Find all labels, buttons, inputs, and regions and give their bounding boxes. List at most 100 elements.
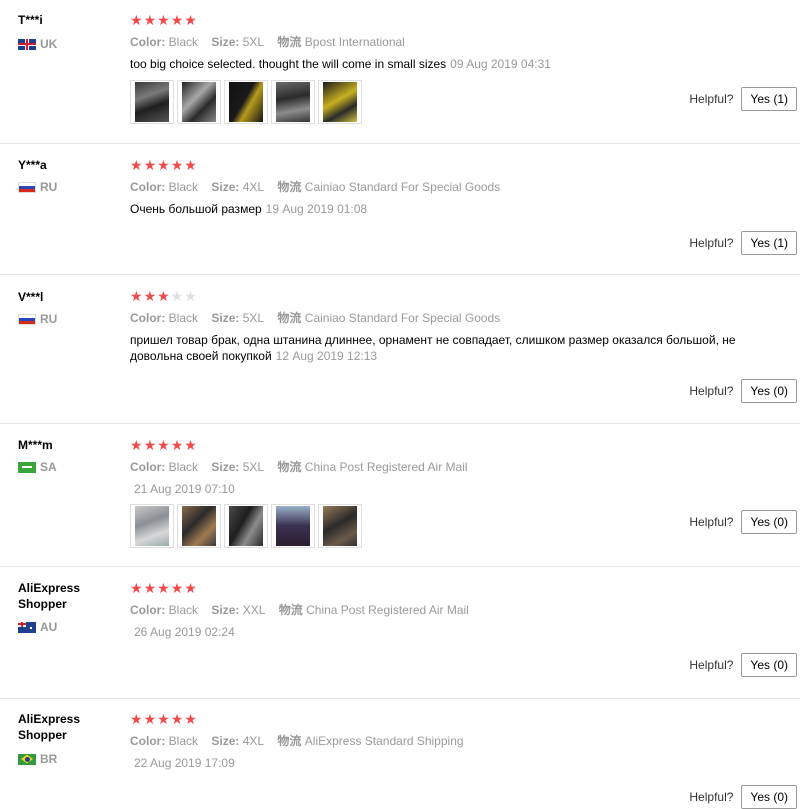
size-value: XXL xyxy=(242,603,266,617)
reviewer-name: AliExpress Shopper xyxy=(18,581,81,611)
review-date: 09 Aug 2019 04:31 xyxy=(450,57,551,71)
product-photo-2 xyxy=(182,82,216,122)
star-filled-icon: ★ xyxy=(157,580,170,596)
review-photo-thumbnail[interactable] xyxy=(318,504,362,548)
star-filled-icon: ★ xyxy=(130,580,143,596)
review-photo-thumbnail[interactable] xyxy=(271,80,315,124)
color-label: Color: xyxy=(130,35,166,49)
color-value: Black xyxy=(168,311,199,325)
review-item: Y***a RU ★ ★ ★ ★ ★ Color: Black Size: 4XL 物流… xyxy=(0,144,800,275)
shipping-value: AliExpress Standard Shipping xyxy=(304,734,464,748)
helpful-yes-button[interactable]: Yes (1) xyxy=(741,231,797,255)
helpful-label: Helpful? xyxy=(689,384,734,398)
shipping-label: 物流 xyxy=(277,734,302,748)
shipping-label: 物流 xyxy=(277,311,302,325)
review-photo-thumbnail[interactable] xyxy=(224,80,268,124)
helpful-label: Helpful? xyxy=(689,92,734,106)
star-rating: ★ ★ ★ ★ ★ xyxy=(130,711,790,727)
country-code: SA xyxy=(40,460,57,474)
helpful-yes-button[interactable]: Yes (0) xyxy=(741,653,797,677)
country-code: RU xyxy=(40,312,58,326)
color-value: Black xyxy=(168,180,199,194)
review-photo-thumbnail[interactable] xyxy=(271,504,315,548)
review-text: too big choice selected. thought the wil… xyxy=(130,56,760,72)
product-photo-4 xyxy=(276,506,310,546)
product-photo-5 xyxy=(323,506,357,546)
review-item: T***i UK ★ ★ ★ ★ ★ Color: Black Size: 5XL 物流… xyxy=(0,0,800,144)
helpful-section: Helpful? Yes (0) xyxy=(689,653,797,677)
review-photo-thumbnail[interactable] xyxy=(224,504,268,548)
color-label: Color: xyxy=(130,603,166,617)
star-rating: ★ ★ ★ ★ ★ xyxy=(130,580,790,596)
helpful-yes-button[interactable]: Yes (0) xyxy=(741,510,797,534)
star-filled-icon: ★ xyxy=(170,12,184,28)
star-filled-icon: ★ xyxy=(143,12,157,28)
shipping-label: 物流 xyxy=(278,603,303,617)
review-body: ★ ★ ★ ★ ★ Color: Black Size: XXL 物流 China Po… xyxy=(130,580,790,640)
size-label: Size: xyxy=(211,311,240,325)
country-code: RU xyxy=(40,180,58,194)
star-filled-icon: ★ xyxy=(184,580,197,596)
review-attributes: Color: Black Size: 5XL 物流 China Post Reg… xyxy=(130,459,790,475)
helpful-label: Helpful? xyxy=(689,790,734,804)
size-value: 5XL xyxy=(242,460,265,474)
product-photo-1 xyxy=(135,506,169,546)
br-flag-icon xyxy=(18,753,36,765)
shipping-value: China Post Registered Air Mail xyxy=(306,603,469,617)
reviewer-name: M***m xyxy=(18,438,53,452)
country-code: UK xyxy=(40,37,58,51)
helpful-yes-button[interactable]: Yes (1) xyxy=(741,87,797,111)
review-date: 26 Aug 2019 02:24 xyxy=(134,625,235,639)
star-filled-icon: ★ xyxy=(157,157,170,173)
reviewer-country: SA xyxy=(18,460,57,474)
review-body: ★ ★ ★ ★ ★ Color: Black Size: 5XL 物流 Cainiao … xyxy=(130,288,790,364)
size-value: 4XL xyxy=(242,734,265,748)
reviewer-name: AliExpress Shopper xyxy=(18,712,81,742)
review-attributes: Color: Black Size: 4XL 物流 Cainiao Standa… xyxy=(130,179,790,195)
product-photo-4 xyxy=(276,82,310,122)
review-content: Очень большой размер xyxy=(130,202,262,216)
helpful-section: Helpful? Yes (0) xyxy=(689,785,797,809)
size-value: 5XL xyxy=(242,35,265,49)
size-label: Size: xyxy=(211,35,240,49)
color-value: Black xyxy=(168,460,199,474)
helpful-yes-button[interactable]: Yes (0) xyxy=(741,379,797,403)
review-photo-thumbnail[interactable] xyxy=(130,80,174,124)
star-filled-icon: ★ xyxy=(170,711,184,727)
reviewer-country: BR xyxy=(18,752,57,766)
au-flag-icon xyxy=(18,621,36,633)
review-photo-thumbnail[interactable] xyxy=(318,80,362,124)
reviewer-country: RU xyxy=(18,312,57,326)
review-date: 12 Aug 2019 12:13 xyxy=(275,349,378,363)
ru-flag-icon xyxy=(18,313,36,325)
review-attributes: Color: Black Size: 5XL 物流 Bpost Internat… xyxy=(130,34,790,50)
review-attributes: Color: Black Size: 5XL 物流 Cainiao Standa… xyxy=(130,310,790,326)
star-filled-icon: ★ xyxy=(157,437,170,453)
shipping-label: 物流 xyxy=(277,460,302,474)
star-filled-icon: ★ xyxy=(130,711,143,727)
star-filled-icon: ★ xyxy=(157,12,170,28)
product-photo-3 xyxy=(229,82,263,122)
color-label: Color: xyxy=(130,460,166,474)
star-filled-icon: ★ xyxy=(143,157,157,173)
helpful-section: Helpful? Yes (0) xyxy=(689,510,797,534)
helpful-yes-button[interactable]: Yes (0) xyxy=(741,785,797,809)
star-empty-icon: ★ xyxy=(184,288,197,304)
review-photo-thumbnail[interactable] xyxy=(130,504,174,548)
review-photo-thumbnail[interactable] xyxy=(177,80,221,124)
uk-flag-icon xyxy=(18,38,36,50)
star-rating: ★ ★ ★ ★ ★ xyxy=(130,12,790,28)
product-photo-2 xyxy=(182,506,216,546)
shipping-value: China Post Registered Air Mail xyxy=(304,460,468,474)
review-content: пришел товар брак, одна штанина длиннее,… xyxy=(130,333,736,363)
review-date: 19 Aug 2019 01:08 xyxy=(265,202,368,216)
review-text: пришел товар брак, одна штанина длиннее,… xyxy=(130,332,760,364)
star-filled-icon: ★ xyxy=(184,157,197,173)
reviewer-country: AU xyxy=(18,620,57,634)
color-label: Color: xyxy=(130,180,166,194)
star-rating: ★ ★ ★ ★ ★ xyxy=(130,288,790,304)
review-item: M***m SA ★ ★ ★ ★ ★ Color: Black Size: 5XL 物流… xyxy=(0,424,800,567)
color-label: Color: xyxy=(130,734,166,748)
review-photo-thumbnail[interactable] xyxy=(177,504,221,548)
product-photo-1 xyxy=(135,82,169,122)
